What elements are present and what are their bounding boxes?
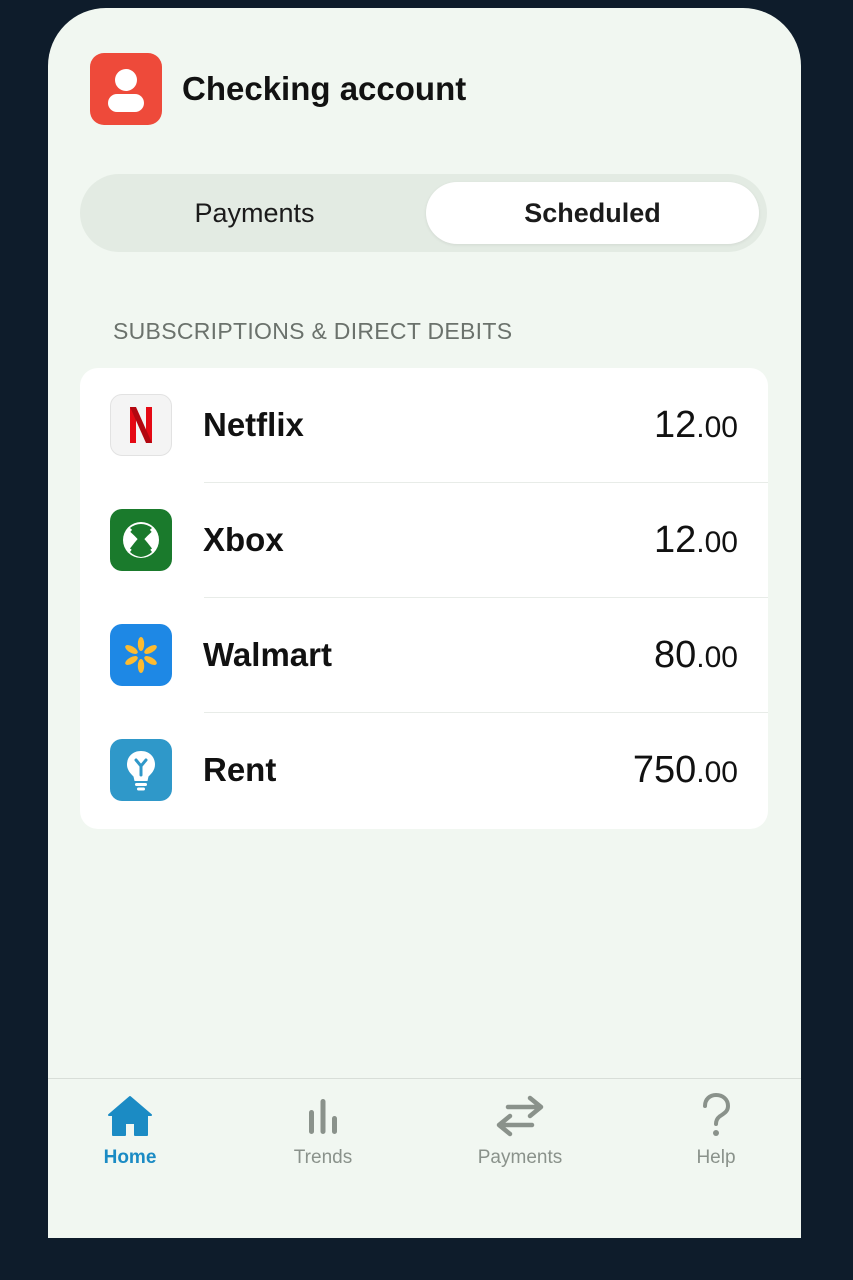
amount-integer: 80: [654, 634, 697, 676]
item-amount: 12.00: [654, 404, 738, 447]
subscription-list: Netflix 12.00 Xbox 12.00 Walmart 80.00 R…: [80, 368, 768, 829]
amount-integer: 12: [654, 404, 697, 446]
list-item-xbox[interactable]: Xbox 12.00: [80, 483, 768, 598]
segmented-control: Payments Scheduled: [80, 174, 767, 252]
home-icon: [107, 1093, 153, 1139]
item-name: Rent: [203, 751, 277, 788]
segment-scheduled[interactable]: Scheduled: [426, 182, 759, 244]
tab-label: Help: [696, 1147, 736, 1168]
app-screen: Checking account Payments Scheduled SUBS…: [48, 8, 801, 1238]
bottom-tab-bar: Home Trends Payments Help: [48, 1078, 801, 1238]
xbox-icon: [110, 509, 172, 571]
item-name: Walmart: [203, 636, 332, 673]
lightbulb-icon: [110, 739, 172, 801]
user-icon-body: [108, 94, 144, 112]
user-icon[interactable]: [90, 53, 162, 125]
user-icon-head: [115, 69, 137, 91]
page-title: Checking account: [182, 70, 467, 107]
list-item-netflix[interactable]: Netflix 12.00: [80, 368, 768, 483]
tab-trends[interactable]: Trends: [263, 1093, 383, 1173]
amount-integer: 750: [632, 749, 697, 791]
tab-help[interactable]: Help: [656, 1093, 776, 1173]
transfer-arrows-icon: [492, 1093, 548, 1139]
tab-home[interactable]: Home: [70, 1093, 190, 1173]
list-item-rent[interactable]: Rent 750.00: [80, 713, 768, 828]
tab-label: Home: [103, 1147, 157, 1168]
header: Checking account: [90, 53, 466, 125]
amount-integer: 12: [654, 519, 697, 561]
amount-decimal: .00: [696, 411, 738, 444]
amount-decimal: .00: [696, 756, 738, 789]
amount-decimal: .00: [696, 641, 738, 674]
item-amount: 12.00: [654, 519, 738, 562]
item-amount: 80.00: [654, 634, 738, 677]
tab-label: Trends: [293, 1147, 353, 1168]
tab-payments[interactable]: Payments: [460, 1093, 580, 1173]
walmart-spark-icon: [110, 624, 172, 686]
netflix-icon: [110, 394, 172, 456]
list-item-walmart[interactable]: Walmart 80.00: [80, 598, 768, 713]
segment-payments[interactable]: Payments: [88, 182, 421, 244]
question-icon: [699, 1093, 733, 1139]
item-amount: 750.00: [633, 749, 738, 792]
item-name: Netflix: [203, 406, 304, 443]
item-name: Xbox: [203, 521, 284, 558]
tab-label: Payments: [477, 1147, 563, 1168]
amount-decimal: .00: [696, 526, 738, 559]
section-title: SUBSCRIPTIONS & DIRECT DEBITS: [113, 318, 513, 344]
bar-chart-icon: [303, 1093, 343, 1139]
